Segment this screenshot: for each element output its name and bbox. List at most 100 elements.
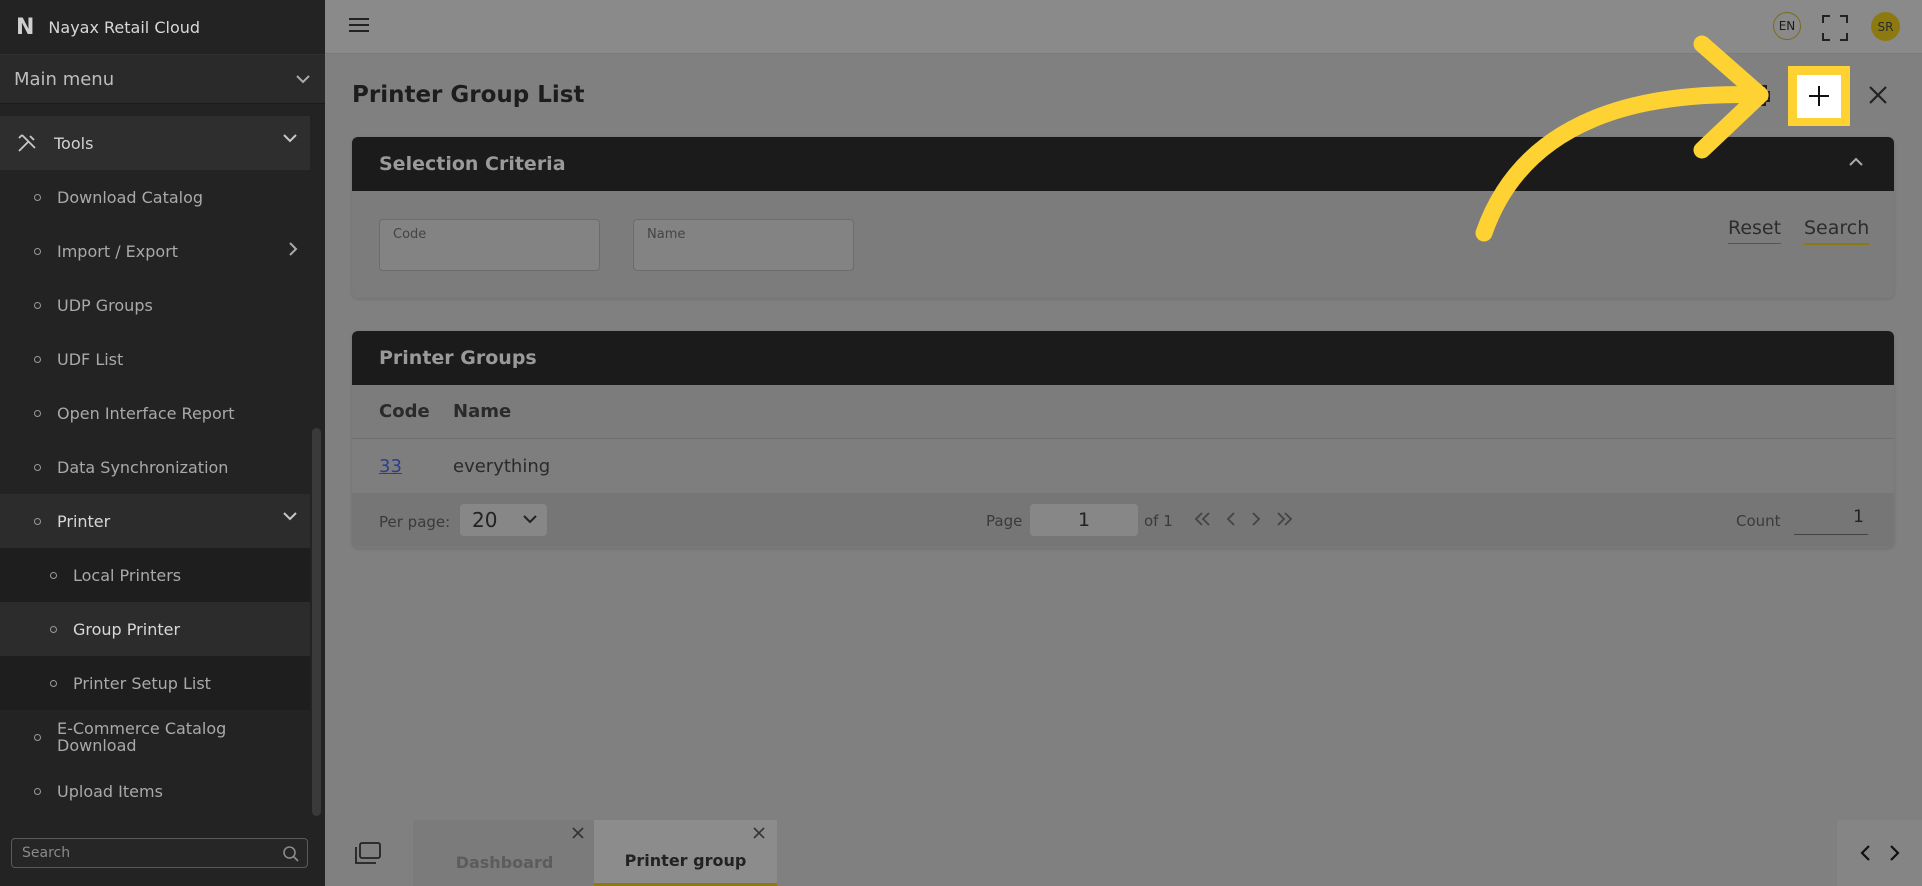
tools-icon <box>18 134 36 152</box>
sidebar-search-input[interactable]: Search <box>11 838 308 868</box>
code-link[interactable]: 33 <box>379 456 402 477</box>
sidebar-item-label: Group Printer <box>73 619 181 639</box>
sidebar-item-udf-list[interactable]: UDF List <box>0 332 310 386</box>
per-page-label: Per page: <box>379 513 451 531</box>
sidebar-item-local-printers[interactable]: Local Printers <box>0 548 310 602</box>
last-page-icon[interactable] <box>1275 511 1293 527</box>
per-page-value: 20 <box>472 508 498 532</box>
main-menu-toggle[interactable]: Main menu <box>0 54 325 104</box>
sidebar-item-data-synchronization[interactable]: Data Synchronization <box>0 440 310 494</box>
brand: N Nayax Retail Cloud <box>0 0 325 54</box>
prev-page-icon[interactable] <box>1225 511 1237 527</box>
tab-label: Printer group <box>624 851 747 870</box>
chevron-down-icon <box>283 512 297 521</box>
bullet-icon <box>34 463 41 471</box>
add-button[interactable] <box>1788 66 1850 126</box>
sidebar-item-import-export[interactable]: Import / Export <box>0 224 310 278</box>
bullet-icon <box>34 301 41 309</box>
user-avatar[interactable]: SR <box>1871 12 1900 41</box>
bullet-icon <box>34 193 41 201</box>
chevron-down-icon <box>296 75 310 84</box>
cell-name: everything <box>453 455 551 477</box>
sidebar-item-download-catalog[interactable]: Download Catalog <box>0 170 310 224</box>
count-label: Count <box>1736 512 1781 530</box>
pagination-bar: Per page: 20 Page 1 of 1 Count 1 <box>352 493 1894 547</box>
sidebar-item-label: UDF List <box>57 349 124 369</box>
page-number-input[interactable]: 1 <box>1030 504 1138 536</box>
count-value: 1 <box>1794 507 1868 535</box>
code-field-label: Code <box>393 227 427 242</box>
bullet-icon <box>34 355 41 363</box>
sidebar-item-group-printer[interactable]: Group Printer <box>0 602 310 656</box>
table-row[interactable]: 33 everything <box>352 439 1894 493</box>
sidebar-item-ecommerce-catalog-download[interactable]: E-Commerce Catalog Download <box>0 710 310 764</box>
chevron-left-icon[interactable] <box>1859 844 1871 862</box>
name-field-label: Name <box>647 227 686 242</box>
chevron-right-icon[interactable] <box>1889 844 1901 862</box>
tutorial-arrow-icon <box>1475 35 1769 242</box>
sidebar-item-printer[interactable]: Printer <box>0 494 310 548</box>
bullet-icon <box>34 733 41 741</box>
sidebar-item-upload-items[interactable]: Upload Items <box>0 764 310 818</box>
bullet-icon <box>50 571 57 579</box>
name-field[interactable]: Name <box>633 219 854 271</box>
tab-scroll-controls <box>1837 820 1922 886</box>
tab-dashboard[interactable]: Dashboard <box>413 820 596 886</box>
bullet-icon <box>50 625 57 633</box>
search-button[interactable]: Search <box>1804 217 1870 245</box>
bullet-icon <box>34 517 41 525</box>
hamburger-menu-icon[interactable] <box>349 17 369 33</box>
printer-groups-panel: Printer Groups Code Name 33 everything P… <box>352 331 1894 548</box>
next-page-icon[interactable] <box>1250 511 1262 527</box>
sidebar-item-label: Upload Items <box>57 781 163 801</box>
column-header-name[interactable]: Name <box>453 401 511 422</box>
fullscreen-icon[interactable] <box>1822 15 1848 41</box>
bullet-icon <box>34 247 41 255</box>
chevron-down-icon <box>523 515 537 524</box>
plus-icon <box>1809 86 1829 106</box>
close-tab-icon[interactable] <box>572 827 584 839</box>
sidebar-item-label: Printer Setup List <box>73 673 211 693</box>
sidebar-item-label: Import / Export <box>57 241 179 261</box>
close-tab-icon[interactable] <box>753 827 765 839</box>
brand-logo: N <box>16 14 35 40</box>
tab-printer-group[interactable]: Printer group <box>594 820 777 886</box>
chevron-down-icon <box>283 134 297 143</box>
table-header: Code Name <box>352 385 1894 439</box>
sidebar-item-label: Tools <box>54 133 94 153</box>
panel-title: Selection Criteria <box>379 153 566 175</box>
chevron-right-icon <box>289 242 298 256</box>
per-page-select[interactable]: 20 <box>460 504 547 536</box>
main-menu-label: Main menu <box>14 68 115 90</box>
close-icon[interactable] <box>1868 85 1888 105</box>
sidebar-item-label: UDP Groups <box>57 295 153 315</box>
sidebar-item-printer-setup-list[interactable]: Printer Setup List <box>0 656 310 710</box>
sidebar: N Nayax Retail Cloud Main menu Tools Dow… <box>0 0 325 886</box>
search-placeholder: Search <box>22 845 71 861</box>
sidebar-item-label: Local Printers <box>73 565 182 585</box>
first-page-icon[interactable] <box>1194 511 1212 527</box>
sidebar-item-label: Open Interface Report <box>57 403 235 423</box>
bullet-icon <box>34 409 41 417</box>
panel-title: Printer Groups <box>379 347 537 369</box>
sidebar-item-label: Download Catalog <box>57 187 204 207</box>
chevron-up-icon[interactable] <box>1848 157 1864 167</box>
bottom-tab-bar: Dashboard Printer group <box>325 820 1922 886</box>
sidebar-item-label: E-Commerce Catalog Download <box>57 719 227 755</box>
brand-name: Nayax Retail Cloud <box>48 17 201 37</box>
page-total-label: of 1 <box>1144 512 1173 530</box>
sidebar-item-tools[interactable]: Tools <box>0 116 310 170</box>
windows-icon[interactable] <box>355 842 381 864</box>
tab-label: Dashboard <box>455 852 554 872</box>
sidebar-item-open-interface-report[interactable]: Open Interface Report <box>0 386 310 440</box>
sidebar-item-udp-groups[interactable]: UDP Groups <box>0 278 310 332</box>
pager-navigation <box>1194 511 1293 527</box>
sidebar-scrollbar[interactable] <box>312 428 321 816</box>
cell-code: 33 <box>352 456 453 477</box>
printer-groups-header: Printer Groups <box>352 331 1894 385</box>
sidebar-item-label: Data Synchronization <box>57 457 229 477</box>
code-field[interactable]: Code <box>379 219 600 271</box>
column-header-code[interactable]: Code <box>352 401 453 422</box>
sidebar-item-label: Printer <box>57 511 111 531</box>
search-icon[interactable] <box>282 845 300 863</box>
